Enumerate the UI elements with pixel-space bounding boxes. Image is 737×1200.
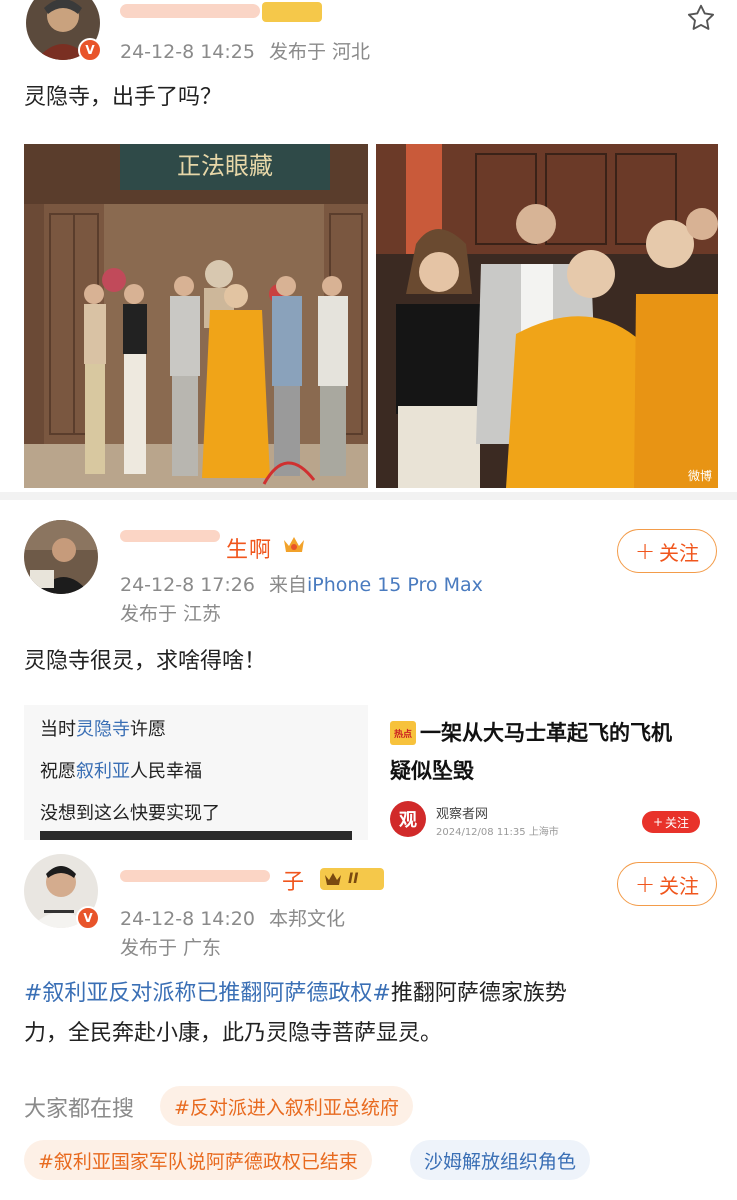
- trending-search-label: 大家都在搜: [24, 1097, 135, 1122]
- post-image-1[interactable]: 正法眼藏: [24, 144, 368, 488]
- follow-button[interactable]: + 关注: [617, 529, 717, 573]
- username[interactable]: 子: [282, 864, 305, 896]
- plaque-text: 正法眼藏: [177, 152, 273, 180]
- level-badge-icon: [262, 2, 322, 22]
- post-3: V 子 II + 关注 24-12-8 14:20 本邦文化 发布于 广东 #叙…: [0, 840, 737, 1200]
- post-text-part: 推翻阿萨德家族势: [390, 981, 567, 1006]
- post-time: 24-12-8 17:26: [120, 574, 255, 596]
- follow-label: 关注: [659, 873, 700, 898]
- news-follow-button: + 关注: [642, 811, 700, 833]
- plus-icon: +: [634, 537, 656, 565]
- post-time: 24-12-8 14:20: [120, 908, 255, 930]
- hot-badge-icon: 热点: [390, 721, 416, 745]
- username-redacted[interactable]: [120, 530, 220, 542]
- post-2: 生啊 + 关注 24-12-8 17:26 来自iPhone 15 Pro Ma…: [0, 500, 737, 840]
- thumb-text: 祝愿: [40, 761, 76, 782]
- plus-icon: +: [652, 815, 664, 829]
- favorite-star-icon[interactable]: [685, 2, 717, 34]
- avatar[interactable]: [24, 520, 98, 594]
- post-image-1[interactable]: 当时灵隐寺许愿 祝愿叙利亚人民幸福 没想到这么快要实现了: [24, 705, 368, 840]
- post-device[interactable]: iPhone 15 Pro Max: [307, 574, 483, 596]
- crown-icon: [325, 873, 341, 885]
- trending-chip[interactable]: #叙利亚国家军队说阿萨德政权已结束: [24, 1140, 372, 1180]
- verified-badge-icon: V: [76, 906, 100, 930]
- thumb-highlight: 灵隐寺: [76, 719, 130, 740]
- thumb-text: 人民幸福: [130, 761, 202, 782]
- thumb-text: 许愿: [130, 719, 166, 740]
- thumb-line-3: 没想到这么快要实现了: [40, 803, 220, 824]
- post-text: 灵隐寺很灵，求啥得啥！: [24, 649, 267, 674]
- verified-badge-icon: V: [78, 38, 102, 62]
- plus-icon: +: [634, 870, 656, 898]
- follow-label: 关注: [659, 540, 700, 565]
- news-source-meta: 2024/12/08 11:35 上海市: [436, 827, 559, 838]
- thumb-video-bar: [40, 831, 352, 840]
- hashtag-link[interactable]: #叙利亚反对派称已推翻阿萨德政权#: [24, 981, 391, 1006]
- thumb-text: 当时: [40, 719, 76, 740]
- news-headline: 一架从大马士革起飞的飞机: [420, 721, 672, 745]
- username-redacted[interactable]: [120, 870, 270, 882]
- thumb-line-1: 当时灵隐寺许愿: [40, 715, 166, 741]
- post-source: 本邦文化: [269, 908, 346, 930]
- post-divider: [0, 492, 737, 500]
- level-badge: II: [320, 868, 384, 890]
- follow-button[interactable]: + 关注: [617, 862, 717, 906]
- crown-badge-icon: [282, 534, 306, 556]
- post-text: #叙利亚反对派称已推翻阿萨德政权#推翻阿萨德家族势 力，全民奔赴小康，此乃灵隐寺…: [24, 974, 714, 1054]
- post-image-2[interactable]: 微博: [376, 144, 718, 488]
- news-headline-2: 疑似坠毁: [390, 759, 474, 783]
- level-number: II: [348, 871, 359, 887]
- username-redacted[interactable]: [120, 4, 260, 18]
- news-source-name: 观察者网: [436, 807, 489, 822]
- post-location: 发布于 河北: [269, 41, 371, 63]
- news-follow-label: 关注: [665, 815, 690, 830]
- post-location: 发布于 江苏: [120, 603, 222, 625]
- post-1: V 24-12-8 14:25 发布于 河北 灵隐寺，出手了吗？ 正法眼藏 微博: [0, 0, 737, 500]
- thumb-line-2: 祝愿叙利亚人民幸福: [40, 757, 202, 783]
- thumb-highlight: 叙利亚: [76, 761, 130, 782]
- news-source-logo-icon: 观: [390, 801, 426, 837]
- post-time: 24-12-8 14:25: [120, 41, 255, 63]
- post-text-part: 力，全民奔赴小康，此乃灵隐寺菩萨显灵。: [24, 1021, 443, 1046]
- post-meta: 24-12-8 17:26 来自iPhone 15 Pro Max: [120, 570, 483, 597]
- post-meta: 24-12-8 14:25 发布于 河北: [120, 37, 370, 64]
- image-watermark: 微博: [688, 468, 712, 483]
- post-from-label: 来自: [269, 574, 308, 596]
- post-location: 发布于 广东: [120, 937, 222, 959]
- trending-chip[interactable]: #反对派进入叙利亚总统府: [160, 1086, 413, 1126]
- post-text: 灵隐寺，出手了吗？: [24, 85, 223, 110]
- username[interactable]: 生啊: [226, 532, 272, 564]
- trending-chip[interactable]: 沙姆解放组织角色: [410, 1140, 591, 1180]
- post-meta: 24-12-8 14:20 本邦文化: [120, 904, 345, 931]
- post-image-2[interactable]: 热点 一架从大马士革起飞的飞机 疑似坠毁 观 观察者网 2024/12/08 1…: [376, 705, 718, 840]
